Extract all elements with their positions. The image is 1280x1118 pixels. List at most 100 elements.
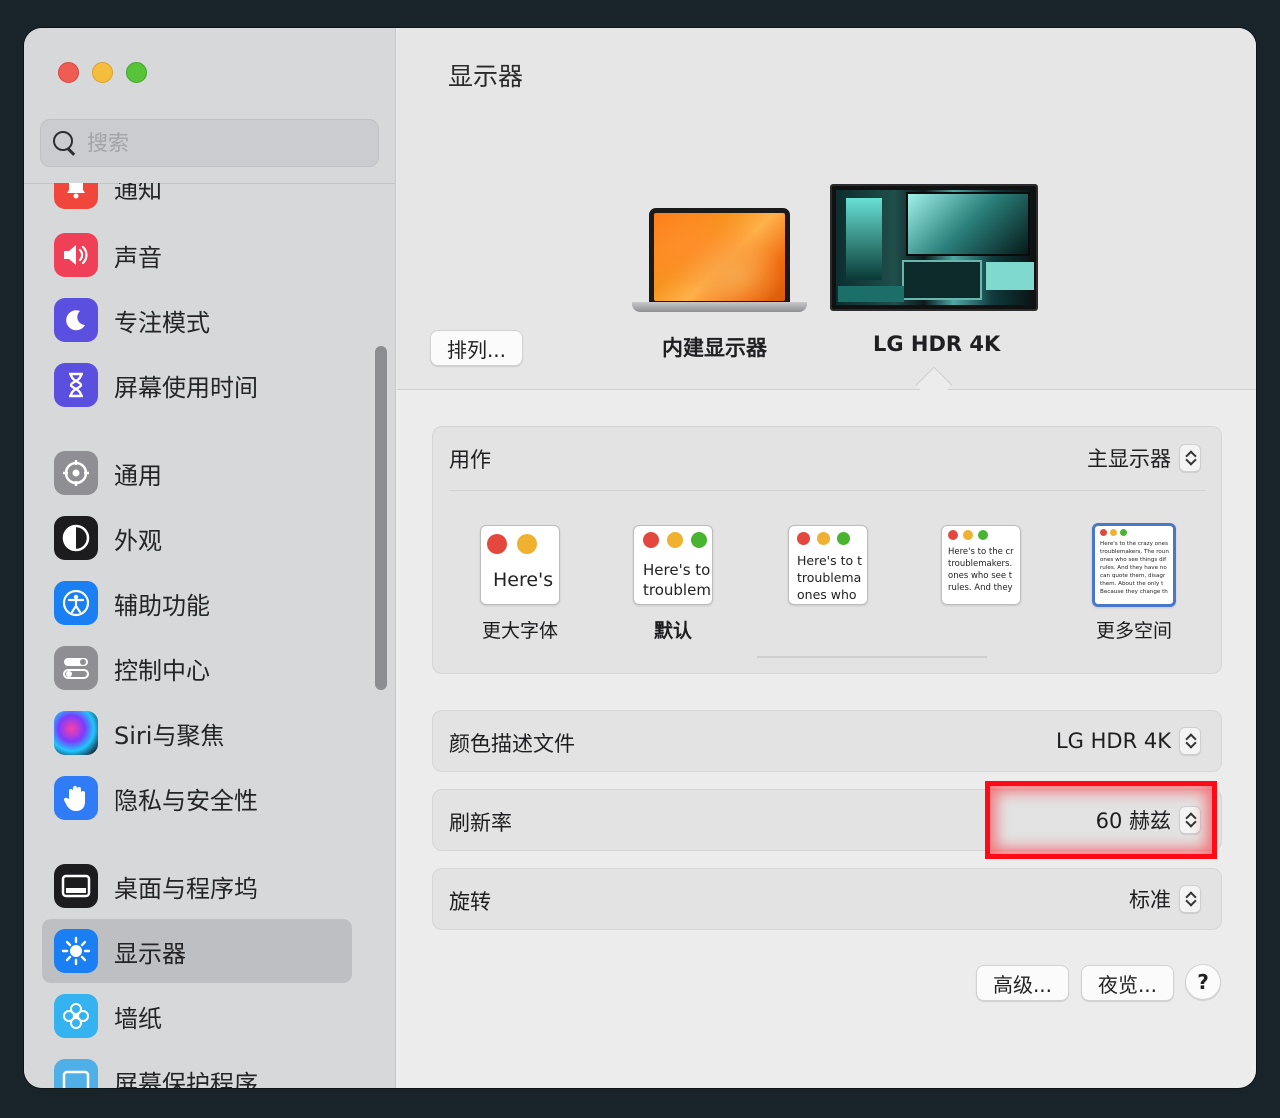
help-button[interactable]: ?	[1185, 964, 1221, 1000]
rotation-label: 旋转	[449, 890, 491, 914]
advanced-button[interactable]: 高级...	[976, 965, 1069, 1001]
group-separator	[449, 490, 1205, 491]
resolution-option-4[interactable]: Here's to the cr troublemakers. ones who…	[941, 525, 1021, 605]
resolution-label: 更大字体	[481, 620, 558, 642]
laptop-lid	[649, 208, 790, 304]
color-profile-value: LG HDR 4K	[1055, 729, 1171, 753]
zoom-window-button[interactable]	[126, 62, 147, 83]
moon-icon	[54, 298, 98, 342]
flower-icon	[54, 994, 98, 1038]
rotation-row: 旋转 标准	[432, 868, 1222, 930]
display-arrangement-area: 显示器 排列... 内建显示器 LG HDR 4K	[397, 28, 1256, 390]
color-profile-row: 颜色描述文件 LG HDR 4K	[432, 710, 1222, 772]
bell-icon	[54, 183, 98, 209]
sidebar-item-label: 控制中心	[114, 656, 210, 685]
use-as-label: 用作	[449, 448, 491, 472]
use-as-value: 主显示器	[1087, 447, 1171, 471]
sidebar-item-general[interactable]: 通用	[42, 441, 352, 505]
settings-window: 通知 声音 专注模式 屏幕使用时间	[24, 28, 1256, 1088]
refresh-rate-popup[interactable]: 60 赫兹	[1096, 804, 1201, 836]
window-controls	[58, 62, 147, 83]
sidebar-list: 通知 声音 专注模式 屏幕使用时间 通用 外观 辅助功能 控制中心 Siri与聚…	[24, 183, 395, 1088]
resolution-slider-track	[757, 656, 987, 658]
sidebar-item-screen-saver[interactable]: 屏幕保护程序	[42, 1049, 352, 1088]
refresh-rate-label: 刷新率	[449, 811, 512, 835]
sidebar-item-appearance[interactable]: 外观	[42, 506, 352, 570]
sidebar-item-label: 屏幕使用时间	[114, 373, 258, 402]
sidebar-item-label: 墙纸	[114, 1004, 162, 1033]
sidebar-item-label: Siri与聚焦	[114, 721, 225, 750]
sidebar-scrollbar[interactable]	[375, 346, 387, 690]
sidebar-item-desktop-dock[interactable]: 桌面与程序坞	[42, 854, 352, 918]
sidebar-item-label: 屏幕保护程序	[114, 1069, 258, 1089]
use-as-group: 用作 主显示器 Here's 更大字体 Here's to troublem 默…	[432, 426, 1222, 674]
laptop-base	[632, 302, 807, 312]
main-panel: 显示器 排列... 内建显示器 LG HDR 4K 用作 主显示器 Here's…	[397, 28, 1256, 1088]
sidebar-item-displays[interactable]: 显示器	[42, 919, 352, 983]
lg-display-thumbnail[interactable]	[830, 184, 1038, 311]
gear-icon	[54, 451, 98, 495]
sidebar-item-label: 声音	[114, 243, 162, 272]
siri-icon	[54, 711, 98, 755]
monitor-wallpaper	[836, 190, 1034, 305]
resolution-option-3[interactable]: Here's to t troublema ones who	[788, 525, 868, 605]
sidebar-item-label: 外观	[114, 526, 162, 555]
sidebar-item-privacy[interactable]: 隐私与安全性	[42, 766, 352, 830]
resolution-label: 更多空间	[1095, 620, 1172, 642]
appearance-icon	[54, 516, 98, 560]
builtin-display-thumbnail[interactable]	[632, 208, 807, 318]
sidebar-item-sound[interactable]: 声音	[42, 223, 352, 287]
resolution-more-space[interactable]: Here's to the crazy ones troublemakers. …	[1092, 523, 1176, 607]
minimize-window-button[interactable]	[92, 62, 113, 83]
sidebar-item-label: 隐私与安全性	[114, 786, 258, 815]
sidebar-item-siri[interactable]: Siri与聚焦	[42, 701, 352, 765]
refresh-rate-row: 刷新率 60 赫兹	[432, 789, 1222, 851]
sidebar-item-notifications[interactable]: 通知	[42, 183, 352, 219]
screensaver-icon	[54, 1059, 98, 1088]
sidebar-item-label: 通用	[114, 461, 162, 490]
use-as-popup[interactable]: 主显示器	[1087, 442, 1201, 474]
sidebar-item-label: 显示器	[114, 939, 186, 968]
speaker-icon	[54, 233, 98, 277]
sidebar-item-label: 通知	[114, 183, 162, 204]
builtin-display-label[interactable]: 内建显示器	[662, 332, 767, 362]
sidebar-item-accessibility[interactable]: 辅助功能	[42, 571, 352, 635]
close-window-button[interactable]	[58, 62, 79, 83]
accessibility-icon	[54, 581, 98, 625]
resolution-sample-text: Here's to troublem	[643, 561, 711, 599]
control-center-icon	[54, 646, 98, 690]
color-profile-label: 颜色描述文件	[449, 732, 575, 756]
dock-icon	[54, 864, 98, 908]
sidebar-item-screen-time[interactable]: 屏幕使用时间	[42, 353, 352, 417]
color-profile-popup[interactable]: LG HDR 4K	[1056, 725, 1201, 757]
chevron-updown-icon	[1179, 885, 1201, 913]
brightness-icon	[54, 929, 98, 973]
rotation-value: 标准	[1129, 888, 1171, 912]
refresh-rate-value: 60 赫兹	[1095, 809, 1171, 833]
chevron-updown-icon	[1179, 727, 1201, 755]
page-title: 显示器	[448, 62, 524, 91]
resolution-sample-text: Here's to the cr troublemakers. ones who…	[948, 547, 1014, 593]
rotation-popup[interactable]: 标准	[1129, 883, 1201, 915]
hourglass-icon	[54, 363, 98, 407]
search-field[interactable]	[40, 119, 379, 167]
resolution-sample-text: Here's to t troublema ones who	[797, 553, 862, 602]
resolution-larger-text[interactable]: Here's	[480, 525, 560, 605]
arrange-button[interactable]: 排列...	[430, 330, 523, 366]
search-input[interactable]	[87, 131, 347, 155]
hand-icon	[54, 776, 98, 820]
sidebar-item-label: 桌面与程序坞	[114, 874, 258, 903]
night-shift-button[interactable]: 夜览...	[1081, 965, 1174, 1001]
search-icon	[53, 131, 77, 155]
sidebar-item-focus[interactable]: 专注模式	[42, 288, 352, 352]
sidebar-item-wallpaper[interactable]: 墙纸	[42, 984, 352, 1048]
chevron-updown-icon	[1179, 444, 1201, 472]
sidebar-item-label: 专注模式	[114, 308, 210, 337]
resolution-sample-text: Here's	[493, 569, 554, 591]
sidebar: 通知 声音 专注模式 屏幕使用时间	[24, 28, 396, 1088]
resolution-label: 默认	[653, 620, 692, 642]
lg-display-label[interactable]: LG HDR 4K	[873, 332, 1000, 356]
chevron-updown-icon	[1179, 806, 1201, 834]
sidebar-item-control-center[interactable]: 控制中心	[42, 636, 352, 700]
resolution-default[interactable]: Here's to troublem	[633, 525, 713, 605]
